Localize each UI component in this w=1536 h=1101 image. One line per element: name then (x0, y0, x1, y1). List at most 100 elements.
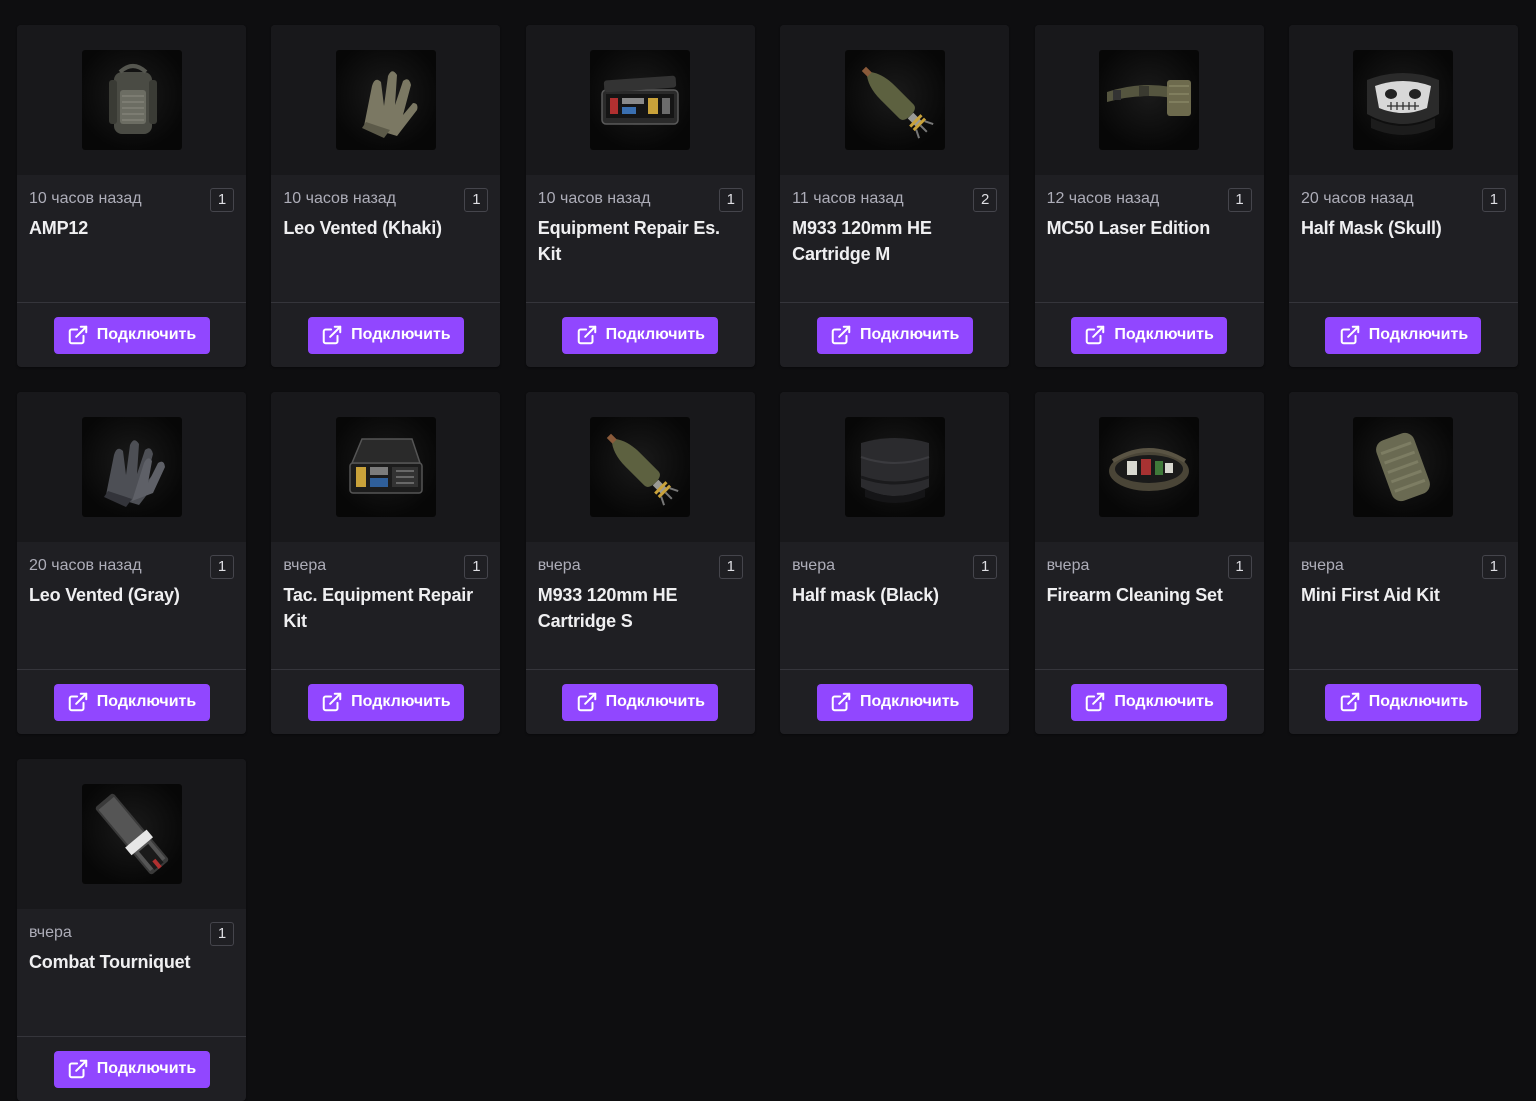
item-time: вчера (537, 557, 581, 574)
item-time: вчера (283, 557, 327, 574)
item-card: 20 часов назад 1 Half Mask (Skull) Подключи… (1288, 25, 1518, 367)
item-info: вчера 1 M933 120mm HE Cartridge S (525, 542, 755, 670)
item-thumbnail-area (525, 25, 755, 175)
item-card: вчера 1 Firearm Cleaning Set Подключить (1034, 392, 1264, 734)
connect-button-label: Подключить (351, 326, 451, 343)
item-title: Leo Vented (Khaki) (283, 218, 442, 238)
item-time: вчера (29, 924, 72, 941)
item-actions: Подключить (17, 1037, 246, 1101)
item-title: M933 120mm HE Cartridge M (792, 218, 932, 264)
item-card: 10 часов назад 1 Leo Vented (Khaki) Подключ… (271, 25, 501, 367)
item-actions: Подключить (780, 670, 1009, 734)
external-link-icon (576, 324, 598, 346)
item-count-badge: 1 (464, 555, 489, 579)
item-actions: Подключить (1289, 303, 1518, 367)
connect-button[interactable]: Подключить (53, 1050, 210, 1088)
item-title: M933 120mm HE Cartridge S (537, 585, 678, 631)
mortar-shell-image (844, 50, 945, 150)
gloves-khaki-image (335, 50, 436, 150)
item-actions: Подключить (780, 303, 1009, 367)
connect-button[interactable]: Подключить (1325, 316, 1482, 354)
item-count-badge: 2 (973, 188, 998, 212)
external-link-icon (1339, 691, 1361, 713)
item-info: 10 часов назад 1 Equipment Repair Es. Kit (525, 175, 755, 303)
external-link-icon (67, 691, 89, 713)
item-card: вчера 1 Tac. Equipment Repair Kit Подключит… (271, 392, 501, 734)
item-title: AMP12 (29, 218, 89, 238)
item-time: 10 часов назад (29, 190, 142, 207)
item-count-badge: 1 (718, 188, 743, 212)
item-title: Mini First Aid Kit (1300, 585, 1440, 605)
connect-button-label: Подключить (1368, 326, 1469, 343)
connect-button-label: Подключить (605, 326, 705, 343)
skull-mask-image (1353, 50, 1454, 150)
connect-button-label: Подключить (96, 693, 197, 710)
item-card: 10 часов назад 1 AMP12 Подключить (17, 25, 246, 367)
connect-button[interactable]: Подключить (562, 683, 719, 721)
item-actions: Подключить (271, 303, 500, 367)
connect-button-label: Подключить (1114, 693, 1214, 710)
item-thumbnail-area (17, 25, 246, 175)
connect-button-label: Подключить (859, 693, 960, 710)
connect-button[interactable]: Подключить (53, 316, 210, 354)
item-count-badge: 1 (1481, 188, 1506, 212)
item-time: вчера (1300, 557, 1344, 574)
item-time: 10 часов назад (537, 190, 651, 207)
item-card: вчера 1 Mini First Aid Kit Подключить (1288, 392, 1518, 734)
inventory-grid: 10 часов назад 1 AMP12 Подключить 10 часов н… (17, 25, 1518, 1101)
item-title: Leo Vented (Gray) (29, 585, 180, 605)
item-thumbnail-area (1034, 392, 1264, 542)
item-count-badge: 1 (973, 555, 998, 579)
item-actions: Подключить (271, 670, 500, 734)
connect-button[interactable]: Подключить (816, 683, 973, 721)
external-link-icon (321, 691, 343, 713)
item-actions: Подключить (526, 670, 755, 734)
connect-button[interactable]: Подключить (816, 316, 973, 354)
item-thumbnail-area (271, 392, 501, 542)
first-aid-pouch-image (1353, 417, 1454, 517)
item-count-badge: 1 (718, 555, 743, 579)
item-card: 20 часов назад 1 Leo Vented (Gray) Подключи… (17, 392, 246, 734)
external-link-icon (67, 1058, 89, 1080)
gloves-gray-image (81, 417, 182, 517)
item-title: Tac. Equipment Repair Kit (283, 585, 473, 631)
belt-image (1099, 50, 1200, 150)
connect-button[interactable]: Подключить (1071, 683, 1228, 721)
black-mask-image (844, 417, 945, 517)
item-info: 20 часов назад 1 Leo Vented (Gray) (17, 542, 246, 670)
connect-button[interactable]: Подключить (562, 316, 719, 354)
item-title: Half mask (Black) (792, 585, 939, 605)
item-title: Combat Tourniquet (29, 952, 191, 972)
item-thumbnail-area (1034, 25, 1264, 175)
cleaning-set-image (1099, 417, 1200, 517)
item-info: 12 часов назад 1 MC50 Laser Edition (1034, 175, 1264, 303)
item-thumbnail-area (1288, 392, 1518, 542)
connect-button-label: Подключить (351, 693, 451, 710)
connect-button-label: Подключить (605, 693, 705, 710)
external-link-icon (321, 324, 343, 346)
item-info: 20 часов назад 1 Half Mask (Skull) (1288, 175, 1518, 303)
item-actions: Подключить (1289, 670, 1518, 734)
external-link-icon (67, 324, 89, 346)
item-actions: Подключить (17, 670, 246, 734)
item-time: вчера (792, 557, 835, 574)
tac-repair-kit-image (335, 417, 436, 517)
item-thumbnail-area (271, 25, 501, 175)
item-actions: Подключить (1035, 303, 1264, 367)
item-count-badge: 1 (464, 188, 489, 212)
item-title: Equipment Repair Es. Kit (537, 218, 720, 264)
connect-button[interactable]: Подключить (307, 683, 464, 721)
item-info: вчера 1 Mini First Aid Kit (1288, 542, 1518, 670)
external-link-icon (1084, 691, 1106, 713)
item-actions: Подключить (1035, 670, 1264, 734)
external-link-icon (1084, 324, 1106, 346)
item-title: MC50 Laser Edition (1046, 218, 1211, 238)
connect-button[interactable]: Подключить (53, 683, 210, 721)
item-card: 12 часов назад 1 MC50 Laser Edition Подключ… (1034, 25, 1264, 367)
connect-button[interactable]: Подключить (1071, 316, 1228, 354)
item-thumbnail-area (1288, 25, 1518, 175)
item-time: 11 часов назад (792, 190, 904, 207)
connect-button[interactable]: Подключить (1325, 683, 1482, 721)
connect-button[interactable]: Подключить (307, 316, 464, 354)
item-card: вчера 1 Combat Tourniquet Подключить (17, 759, 246, 1101)
